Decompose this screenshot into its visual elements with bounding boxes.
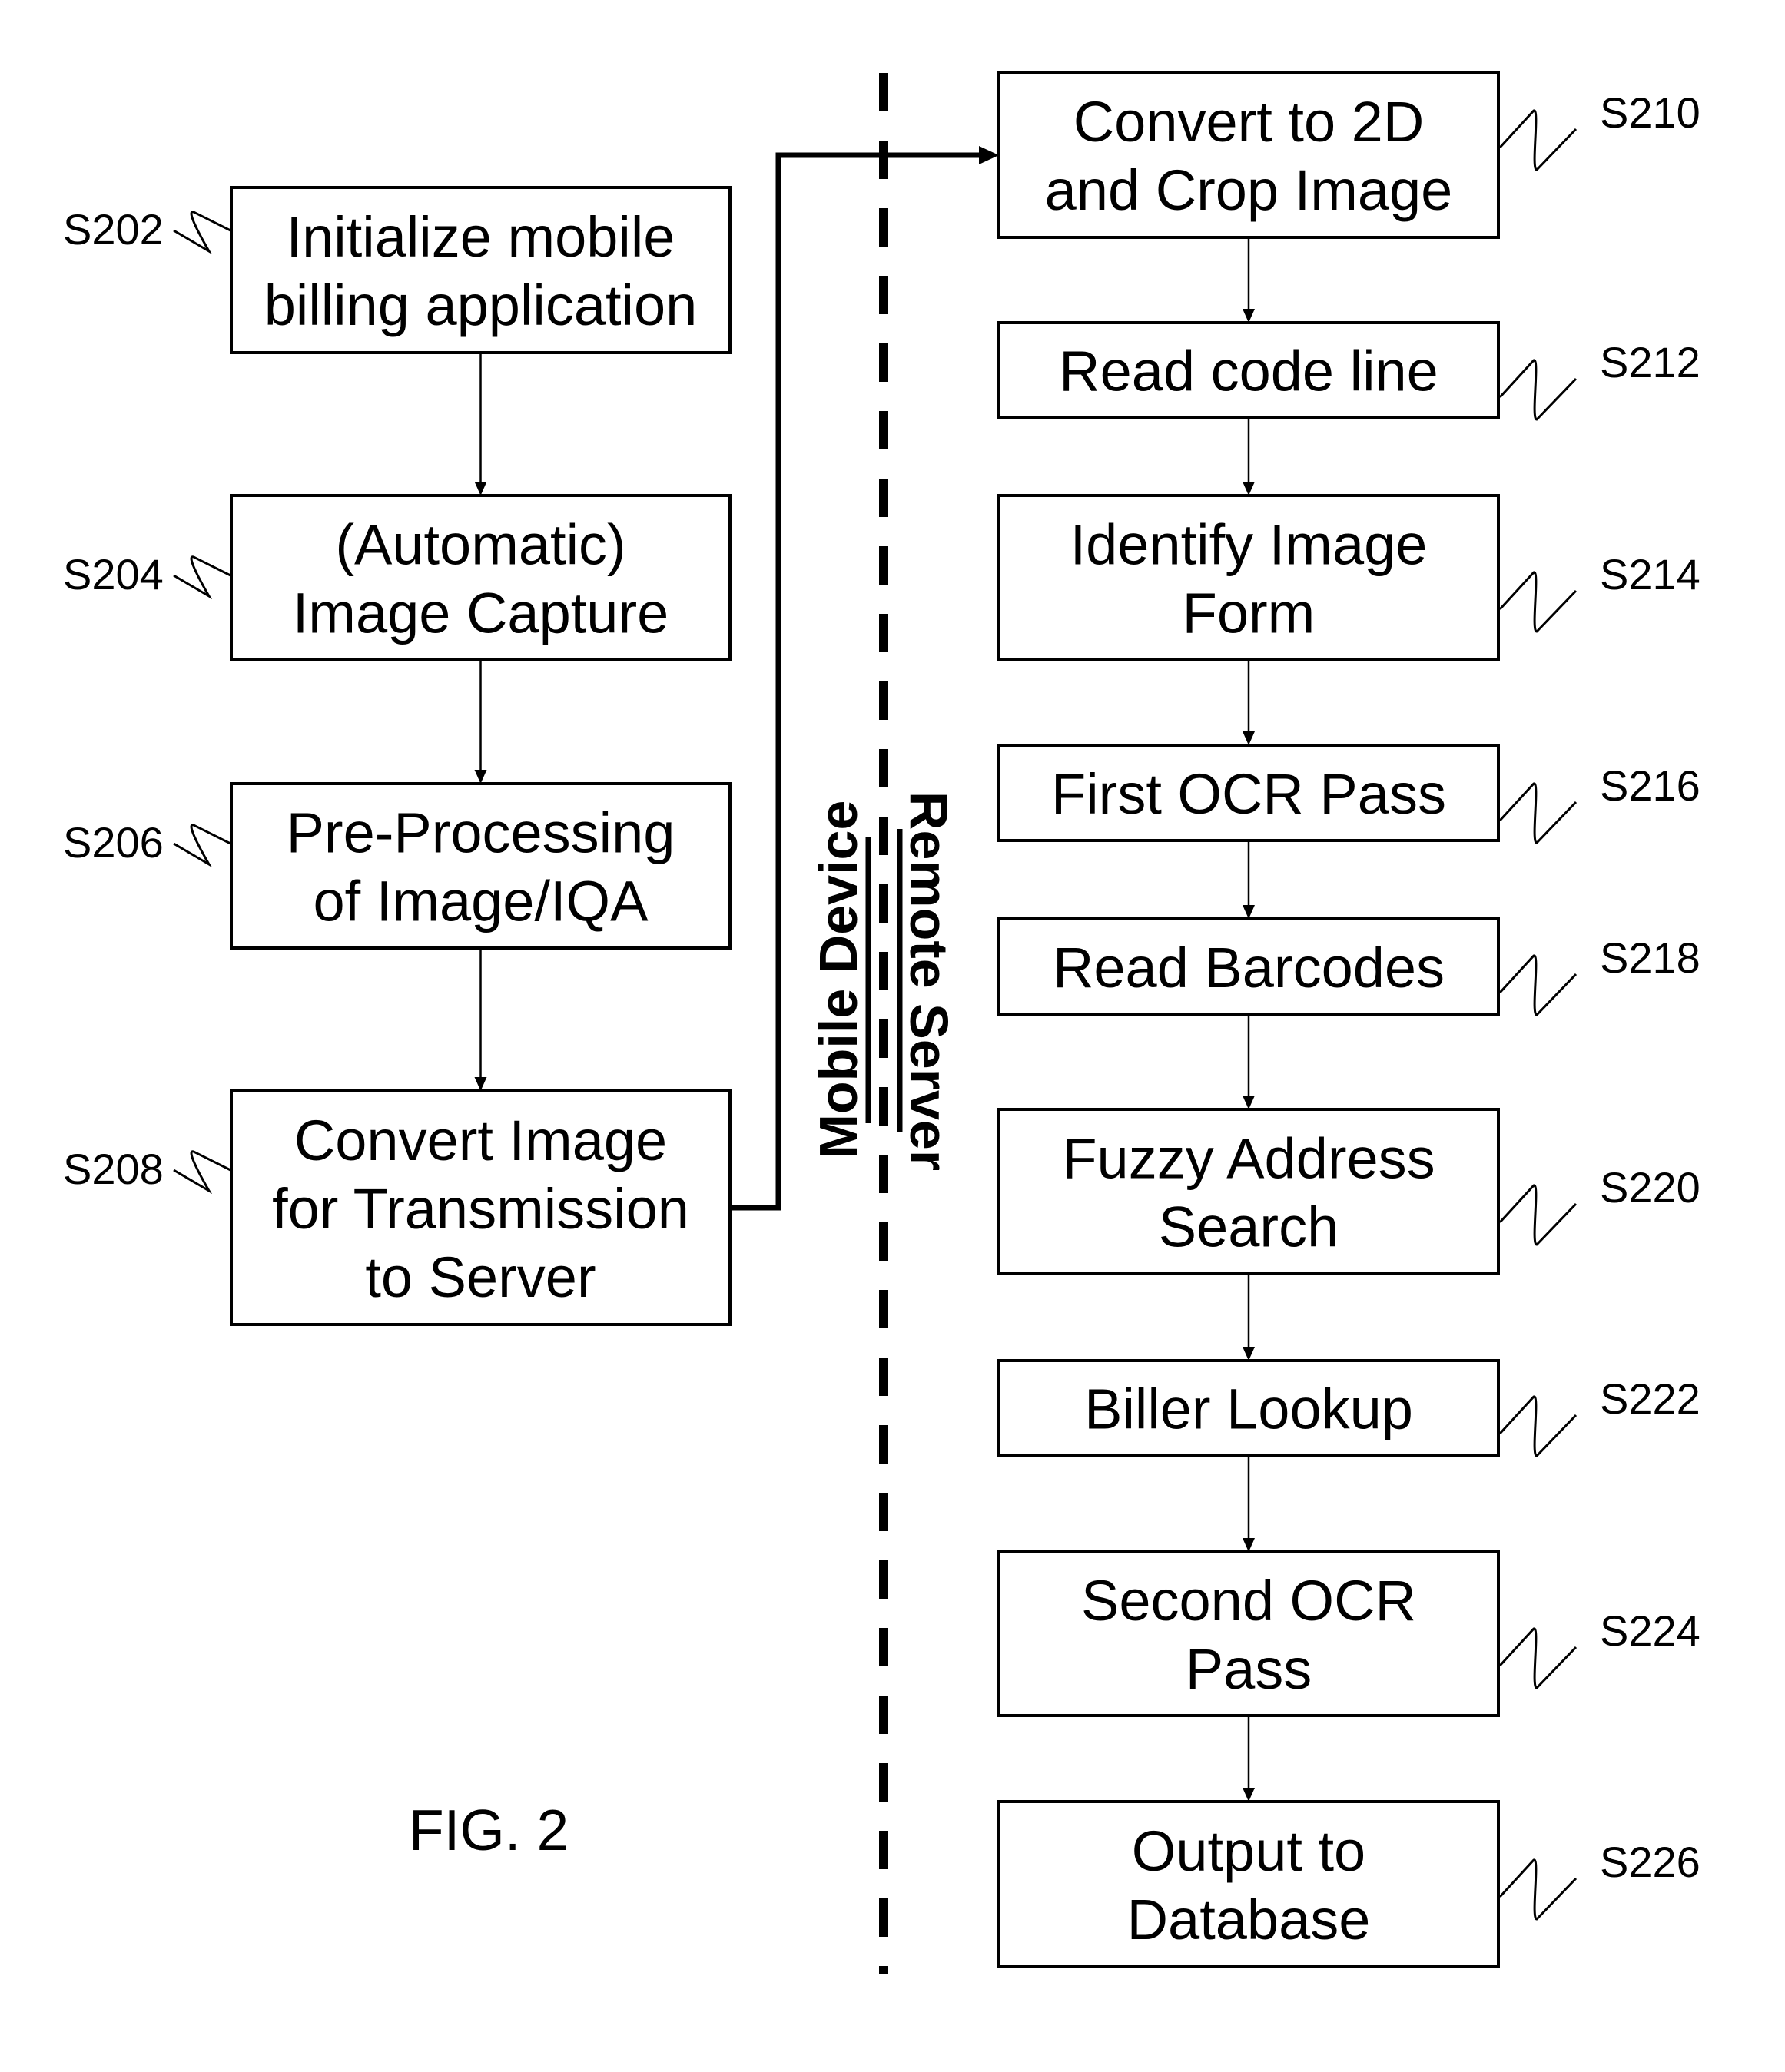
step-id-label: S212 bbox=[1600, 338, 1700, 386]
step-id-label: S206 bbox=[63, 818, 164, 867]
step-id-label: S222 bbox=[1600, 1374, 1700, 1423]
process-step-s222: Biller Lookup S222 bbox=[997, 1359, 1700, 1457]
process-step-s224: Second OCRPass S224 bbox=[997, 1550, 1700, 1717]
process-box-text: Read Barcodes bbox=[1053, 936, 1445, 1000]
arrow-right-icon bbox=[979, 146, 999, 164]
flow-arrow-mobile-3 bbox=[474, 948, 487, 1091]
step-id-label: S220 bbox=[1600, 1163, 1700, 1212]
flow-arrow-server-1 bbox=[1243, 237, 1255, 323]
step-id-label: S204 bbox=[63, 550, 164, 598]
process-step-s210: Convert to 2Dand Crop Image S210 bbox=[997, 71, 1700, 239]
process-step-s212: Read code line S212 bbox=[997, 321, 1700, 421]
process-box-text: Image Capture bbox=[293, 582, 669, 645]
process-box-text: First OCR Pass bbox=[1051, 762, 1446, 826]
process-box-text: Second OCR bbox=[1081, 1569, 1416, 1633]
reference-squiggle-icon bbox=[1498, 1184, 1578, 1246]
process-box-text: Read code line bbox=[1059, 340, 1438, 403]
flow-arrow-server-4 bbox=[1243, 840, 1255, 919]
reference-squiggle-icon bbox=[1498, 359, 1578, 421]
arrow-down-icon bbox=[1243, 309, 1255, 323]
process-step-s206: Pre-Processingof Image/IQA S206 bbox=[63, 782, 732, 950]
arrow-down-icon bbox=[1243, 1538, 1255, 1552]
step-id-label: S208 bbox=[63, 1145, 164, 1193]
process-box-text: Initialize mobile bbox=[287, 205, 675, 269]
process-box-text: and Crop Image bbox=[1045, 158, 1453, 222]
flow-arrow-server-3 bbox=[1243, 660, 1255, 745]
arrow-down-icon bbox=[1243, 482, 1255, 496]
reference-squiggle-icon bbox=[173, 824, 231, 868]
lane-label-mobile-device: Mobile Device bbox=[808, 801, 868, 1159]
process-box-text: to Server bbox=[365, 1245, 596, 1309]
arrow-down-icon bbox=[474, 1077, 487, 1091]
step-id-label: S218 bbox=[1600, 933, 1700, 982]
process-step-s216: First OCR Pass S216 bbox=[997, 744, 1700, 844]
arrow-down-icon bbox=[1243, 1347, 1255, 1361]
flowchart-diagram: Mobile Device Remote Server Initialize m… bbox=[63, 71, 1700, 1974]
process-box-text: Output to bbox=[1132, 1819, 1365, 1883]
process-step-s202: Initialize mobilebilling application S202 bbox=[63, 186, 732, 354]
reference-squiggle-icon bbox=[1498, 1627, 1578, 1689]
reference-squiggle-icon bbox=[173, 211, 231, 255]
process-box-text: Convert Image bbox=[294, 1109, 667, 1172]
reference-squiggle-icon bbox=[1498, 1858, 1578, 1921]
arrow-down-icon bbox=[1243, 1096, 1255, 1109]
process-box-text: Identify Image bbox=[1070, 513, 1428, 577]
process-box-text: billing application bbox=[264, 274, 698, 337]
figure-label: FIG. 2 bbox=[409, 1798, 569, 1862]
flow-arrow-server-6 bbox=[1243, 1274, 1255, 1361]
arrow-down-icon bbox=[1243, 1788, 1255, 1802]
step-id-label: S216 bbox=[1600, 761, 1700, 810]
arrow-down-icon bbox=[1243, 905, 1255, 919]
flow-arrow-server-8 bbox=[1243, 1716, 1255, 1802]
flow-arrow-server-7 bbox=[1243, 1455, 1255, 1552]
reference-squiggle-icon bbox=[1498, 109, 1578, 171]
arrow-down-icon bbox=[474, 770, 487, 784]
process-box-text: Convert to 2D bbox=[1073, 90, 1425, 154]
process-box-text: Pass bbox=[1186, 1637, 1312, 1701]
step-id-label: S214 bbox=[1600, 550, 1700, 598]
arrow-down-icon bbox=[474, 482, 487, 496]
process-step-s208: Convert Imagefor Transmissionto Server S2… bbox=[63, 1089, 732, 1326]
reference-squiggle-icon bbox=[1498, 1395, 1578, 1457]
flow-arrow-mobile-2 bbox=[474, 660, 487, 784]
step-id-label: S202 bbox=[63, 205, 164, 254]
flow-arrow-server-2 bbox=[1243, 417, 1255, 496]
flow-arrow-mobile-1 bbox=[474, 353, 487, 496]
process-step-s226: Output toDatabase S226 bbox=[997, 1800, 1700, 1968]
process-box-text: for Transmission bbox=[272, 1177, 689, 1241]
process-box-text: Search bbox=[1159, 1195, 1339, 1259]
reference-squiggle-icon bbox=[173, 555, 231, 600]
process-box-text: Pre-Processing bbox=[287, 801, 675, 865]
step-id-label: S226 bbox=[1600, 1838, 1700, 1886]
process-step-s220: Fuzzy AddressSearch S220 bbox=[997, 1108, 1700, 1275]
process-box-text: Fuzzy Address bbox=[1062, 1127, 1435, 1191]
step-id-label: S224 bbox=[1600, 1606, 1700, 1655]
process-step-s204: (Automatic)Image Capture S204 bbox=[63, 494, 732, 661]
process-box-text: Form bbox=[1183, 582, 1316, 645]
process-box-text: of Image/IQA bbox=[314, 870, 649, 933]
lane-label-remote-server: Remote Server bbox=[899, 791, 959, 1171]
reference-squiggle-icon bbox=[1498, 571, 1578, 633]
process-step-s214: Identify ImageForm S214 bbox=[997, 494, 1700, 661]
process-box-text: (Automatic) bbox=[335, 513, 625, 577]
flow-arrow-server-5 bbox=[1243, 1014, 1255, 1109]
process-box-text: Database bbox=[1127, 1888, 1371, 1951]
step-id-label: S210 bbox=[1600, 88, 1700, 137]
reference-squiggle-icon bbox=[173, 1150, 231, 1195]
arrow-down-icon bbox=[1243, 731, 1255, 745]
reference-squiggle-icon bbox=[1498, 782, 1578, 844]
process-step-s218: Read Barcodes S218 bbox=[997, 917, 1700, 1016]
reference-squiggle-icon bbox=[1498, 954, 1578, 1016]
process-box-text: Biller Lookup bbox=[1084, 1377, 1413, 1441]
